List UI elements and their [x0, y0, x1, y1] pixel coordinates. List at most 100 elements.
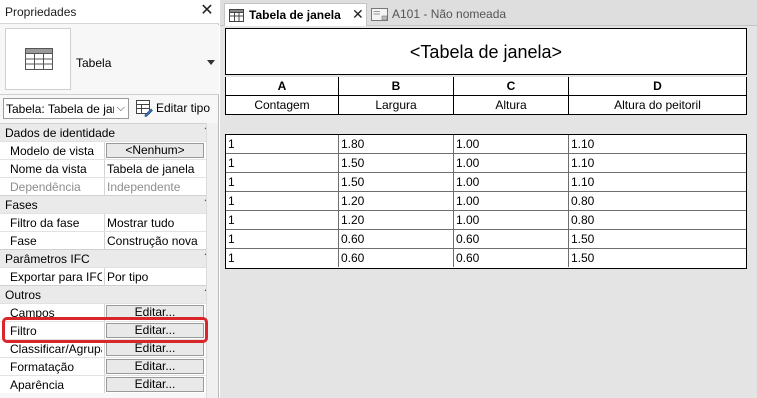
- sorting-edit-button[interactable]: Editar...: [106, 341, 204, 356]
- property-row-dependency: Dependência Independente: [0, 177, 218, 195]
- group-label: Dados de identidade: [5, 126, 116, 140]
- table-cell[interactable]: 0.60: [339, 249, 454, 267]
- schedule-view: <Tabela de janela> A B C D Contagem Larg…: [220, 26, 757, 398]
- sheet-tab-icon: [371, 8, 388, 21]
- group-identity-data[interactable]: Dados de identidade ⌃: [0, 123, 218, 141]
- phase-value[interactable]: Construção nova: [107, 234, 198, 248]
- group-label: Fases: [5, 198, 38, 212]
- table-cell[interactable]: 1.00: [454, 211, 569, 229]
- type-name: Tabela: [76, 56, 112, 70]
- table-cell[interactable]: 1.10: [569, 173, 746, 191]
- phase-filter-value[interactable]: Mostrar tudo: [107, 216, 174, 230]
- property-row-appearance: Aparência Editar...: [0, 375, 218, 393]
- property-label: Formatação: [10, 360, 75, 374]
- column-letter[interactable]: D: [569, 77, 746, 95]
- column-header[interactable]: Altura do peitoril: [569, 96, 746, 114]
- table-cell[interactable]: 1.50: [569, 230, 746, 248]
- group-others[interactable]: Outros ⌃: [0, 285, 218, 303]
- table-cell[interactable]: 0.60: [454, 249, 569, 267]
- table-cell[interactable]: 1.50: [569, 249, 746, 267]
- table-row: 1 1.80 1.00 1.10: [226, 135, 746, 154]
- close-icon[interactable]: ✕: [352, 6, 364, 23]
- table-cell[interactable]: 1.50: [339, 173, 454, 191]
- group-label: Parâmetros IFC: [5, 252, 90, 266]
- table-row: 1 1.20 1.00 0.80: [226, 211, 746, 230]
- view-name-field[interactable]: Tabela de janela: [107, 162, 194, 176]
- schedule-tab-icon: [229, 9, 244, 22]
- appearance-edit-button[interactable]: Editar...: [106, 377, 204, 392]
- table-cell[interactable]: 0.60: [339, 230, 454, 248]
- table-cell[interactable]: 1.10: [569, 135, 746, 153]
- table-cell[interactable]: 1: [226, 230, 339, 248]
- type-selector[interactable]: Tabela: [0, 25, 219, 95]
- view-tab-bar: Tabela de janela ✕ A101 - Não nomeada: [220, 0, 757, 26]
- schedule-title[interactable]: <Tabela de janela>: [225, 28, 747, 75]
- instance-row: Tabela: Tabela de janela ⌵ Editar tipo: [0, 97, 219, 121]
- chevron-down-icon: ⌵: [116, 102, 125, 114]
- column-letter[interactable]: B: [339, 77, 454, 95]
- property-label: Nome da vista: [10, 162, 87, 176]
- properties-panel: Propriedades ✕ Tabela Tabela: Tabela de …: [0, 0, 219, 398]
- column-header[interactable]: Contagem: [226, 96, 339, 114]
- table-cell[interactable]: 1.10: [569, 154, 746, 172]
- property-row-phase-filter: Filtro da fase Mostrar tudo: [0, 213, 218, 231]
- column-header[interactable]: Largura: [339, 96, 454, 114]
- table-cell[interactable]: 0.60: [454, 230, 569, 248]
- table-cell[interactable]: 0.80: [569, 192, 746, 210]
- table-cell[interactable]: 1.00: [454, 135, 569, 153]
- group-phases[interactable]: Fases ⌃: [0, 195, 218, 213]
- property-label: Filtro da fase: [10, 216, 80, 230]
- column-header[interactable]: Altura: [454, 96, 569, 114]
- property-row-phase: Fase Construção nova: [0, 231, 218, 249]
- table-cell[interactable]: 1: [226, 154, 339, 172]
- property-label: Dependência: [10, 180, 81, 194]
- column-letter[interactable]: A: [226, 77, 339, 95]
- export-ifc-value[interactable]: Por tipo: [107, 270, 148, 284]
- type-dropdown-arrow-icon[interactable]: [207, 60, 215, 65]
- view-template-button[interactable]: <Nenhum>: [106, 143, 204, 158]
- table-row: 1 1.50 1.00 1.10: [226, 173, 746, 192]
- property-row-export-ifc: Exportar para IFC Por tipo: [0, 267, 218, 285]
- property-row-formatting: Formatação Editar...: [0, 357, 218, 375]
- table-row: 1 0.60 0.60 1.50: [226, 230, 746, 249]
- dependency-value: Independente: [107, 180, 181, 194]
- edit-type-label: Editar tipo: [156, 101, 211, 115]
- table-cell[interactable]: 1: [226, 173, 339, 191]
- table-cell[interactable]: 1: [226, 249, 339, 267]
- property-label: Aparência: [10, 378, 65, 392]
- properties-scrollbar[interactable]: [206, 123, 218, 398]
- tab-schedule[interactable]: Tabela de janela ✕: [224, 3, 367, 26]
- table-row: 1 1.50 1.00 1.10: [226, 154, 746, 173]
- table-cell[interactable]: 1: [226, 135, 339, 153]
- table-cell[interactable]: 1.20: [339, 192, 454, 210]
- close-icon[interactable]: ✕: [199, 2, 215, 20]
- table-cell[interactable]: 1.50: [339, 154, 454, 172]
- property-label: Modelo de vista: [10, 144, 95, 158]
- instance-selector-value: Tabela: Tabela de janela: [6, 102, 114, 116]
- property-label: Exportar para IFC: [10, 270, 102, 284]
- property-row-view-name: Nome da vista Tabela de janela: [0, 159, 218, 177]
- table-cell[interactable]: 1.80: [339, 135, 454, 153]
- table-cell[interactable]: 1.00: [454, 192, 569, 210]
- schedule-table-icon: [25, 48, 53, 70]
- table-cell[interactable]: 1.20: [339, 211, 454, 229]
- properties-titlebar: Propriedades ✕: [0, 0, 219, 24]
- properties-title: Propriedades: [5, 5, 77, 19]
- tab-sheet[interactable]: A101 - Não nomeada: [368, 3, 518, 26]
- property-row-view-template: Modelo de vista <Nenhum>: [0, 141, 218, 159]
- table-cell[interactable]: 1.00: [454, 173, 569, 191]
- column-letter-row: A B C D: [225, 77, 747, 96]
- table-cell[interactable]: 1: [226, 211, 339, 229]
- property-label: Fase: [10, 234, 37, 248]
- tab-label: Tabela de janela: [249, 8, 341, 22]
- table-cell[interactable]: 1: [226, 192, 339, 210]
- property-label: Classificar/Agrupar: [10, 342, 102, 356]
- group-ifc-parameters[interactable]: Parâmetros IFC ⌃: [0, 249, 218, 267]
- formatting-edit-button[interactable]: Editar...: [106, 359, 204, 374]
- schedule-body: 1 1.80 1.00 1.10 1 1.50 1.00 1.10 1 1.50…: [225, 134, 747, 269]
- filter-row-highlight: [2, 317, 208, 343]
- table-cell[interactable]: 0.80: [569, 211, 746, 229]
- column-letter[interactable]: C: [454, 77, 569, 95]
- table-cell[interactable]: 1.00: [454, 154, 569, 172]
- instance-selector[interactable]: Tabela: Tabela de janela ⌵: [3, 98, 129, 119]
